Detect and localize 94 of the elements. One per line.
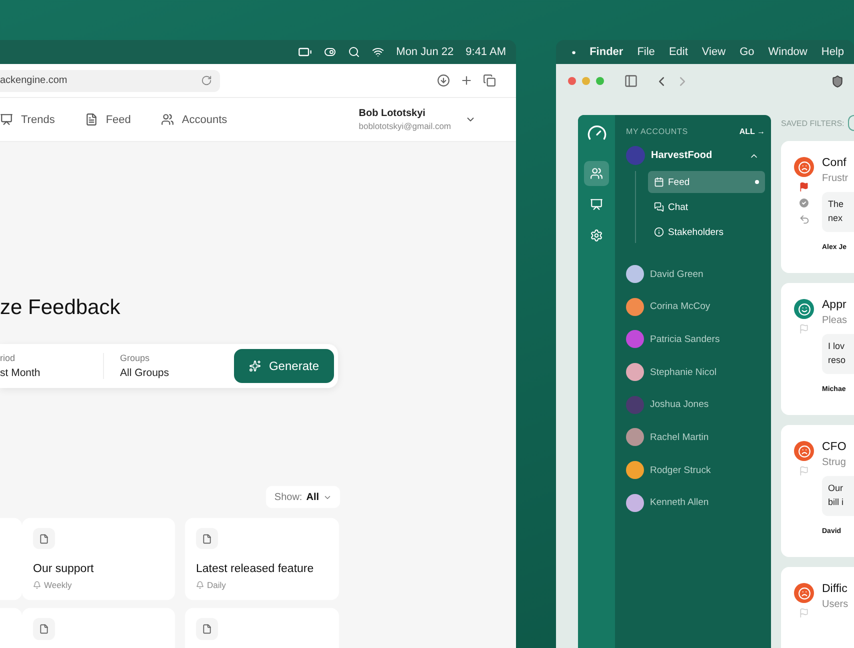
card-schedule: Weekly bbox=[33, 580, 164, 590]
person-item[interactable]: Stephanie Nicol bbox=[626, 363, 765, 382]
nav-tab[interactable]: Accounts bbox=[160, 113, 228, 126]
search-icon[interactable] bbox=[348, 46, 360, 58]
person-item[interactable]: Patricia Sanders bbox=[626, 330, 765, 348]
feedback-card[interactable]: Diffic Users bbox=[781, 567, 854, 648]
feedback-subtitle: Frustr bbox=[822, 173, 850, 184]
feedback-subtitle: Strug bbox=[822, 457, 847, 468]
menu-item[interactable]: File bbox=[637, 46, 655, 58]
tab-icon bbox=[84, 113, 98, 126]
nav-tab[interactable]: Feed bbox=[84, 113, 131, 126]
download-icon[interactable] bbox=[437, 74, 450, 87]
user-name: Bob Lototskyi bbox=[358, 108, 426, 119]
card-title: Our support bbox=[33, 563, 95, 575]
quote-text: nex bbox=[828, 212, 844, 225]
feedback-title: Diffic bbox=[822, 583, 848, 595]
settings-icon bbox=[590, 229, 603, 242]
menubar-date: Mon Jun 22 bbox=[396, 46, 454, 58]
quote-text: I lov bbox=[828, 340, 846, 353]
page-title: ze Feedback bbox=[0, 295, 122, 321]
report-card[interactable]: Latest released feature Daily bbox=[185, 518, 339, 600]
reload-icon[interactable] bbox=[201, 75, 212, 86]
report-card[interactable]: Our support Weekly bbox=[22, 518, 175, 600]
chat-icon bbox=[654, 202, 664, 212]
feedback-title: Conf bbox=[822, 157, 848, 169]
person-item[interactable]: David Green bbox=[626, 265, 765, 283]
sidebar-toggle-icon[interactable] bbox=[624, 74, 638, 88]
file-icon bbox=[196, 528, 218, 549]
shield-icon[interactable] bbox=[831, 74, 844, 88]
new-tab-icon[interactable] bbox=[460, 74, 473, 87]
menu-item[interactable]: Help bbox=[821, 46, 844, 58]
sparkle-icon bbox=[248, 360, 261, 372]
frown-icon bbox=[794, 583, 814, 603]
section-header: MY ACCOUNTS bbox=[626, 127, 688, 136]
file-icon bbox=[33, 618, 55, 640]
person-item[interactable]: Corina McCoy bbox=[626, 298, 765, 316]
close-button[interactable] bbox=[568, 77, 576, 85]
card-schedule: Daily bbox=[196, 580, 328, 590]
file-icon bbox=[33, 528, 55, 549]
feedback-subtitle: Users bbox=[822, 599, 848, 610]
file-icon bbox=[196, 618, 218, 640]
quote-text: bill i bbox=[828, 496, 845, 509]
nav-tab[interactable]: Trends bbox=[0, 113, 55, 126]
feedback-title: Appr bbox=[822, 299, 848, 311]
tab-icon bbox=[160, 113, 174, 126]
tabs-icon[interactable] bbox=[483, 74, 496, 87]
account-item[interactable]: HarvestFood bbox=[626, 146, 765, 165]
card-title: Latest released feature bbox=[196, 563, 315, 575]
all-link[interactable]: ALL → bbox=[739, 127, 765, 136]
quote-text: reso bbox=[828, 354, 847, 367]
menu-item[interactable]: View bbox=[702, 46, 726, 58]
quote-text: The bbox=[828, 198, 845, 211]
rail-button[interactable] bbox=[584, 161, 609, 186]
smile-icon bbox=[794, 299, 814, 319]
person-item[interactable]: Rodger Struck bbox=[626, 461, 765, 480]
tab-icon bbox=[0, 113, 13, 126]
menubar-time: 9:41 AM bbox=[466, 46, 506, 58]
menu-item[interactable]: Finder bbox=[590, 46, 624, 58]
feedback-title: CFO bbox=[822, 441, 848, 453]
person-item[interactable]: Joshua Jones bbox=[626, 396, 765, 414]
frown-icon bbox=[794, 157, 814, 177]
bell-icon bbox=[33, 581, 41, 589]
account-logo bbox=[626, 146, 645, 165]
reply-icon[interactable] bbox=[798, 214, 810, 225]
person-item[interactable]: Kenneth Allen bbox=[626, 494, 765, 512]
person-item[interactable]: Rachel Martin bbox=[626, 428, 765, 446]
saved-filters-label: SAVED FILTERS: bbox=[781, 118, 844, 128]
frown-icon bbox=[794, 441, 814, 461]
filter-value[interactable]: All Groups bbox=[120, 367, 223, 379]
account-subitem[interactable]: Stakeholders bbox=[648, 221, 765, 243]
bell-icon bbox=[196, 581, 204, 589]
info-icon bbox=[654, 227, 664, 237]
filter-chip[interactable] bbox=[848, 115, 854, 131]
show-dropdown[interactable]: Show: All bbox=[266, 486, 340, 508]
user-email: boblototskyi@gmail.com bbox=[358, 121, 451, 131]
account-subitem[interactable]: Chat bbox=[648, 196, 765, 218]
menu-item[interactable]: Window bbox=[768, 46, 808, 58]
feedback-subtitle: Pleas bbox=[822, 315, 848, 326]
account-subitem[interactable]: Feed bbox=[648, 171, 765, 193]
control-center-icon[interactable] bbox=[324, 46, 336, 58]
calendar-icon bbox=[654, 177, 664, 187]
users-icon bbox=[590, 167, 603, 180]
filter-label: Groups bbox=[120, 353, 151, 363]
filter-label: riod bbox=[0, 353, 16, 363]
check-icon[interactable] bbox=[798, 197, 810, 209]
menu-item[interactable]: Edit bbox=[668, 46, 688, 58]
menu-item[interactable]: Go bbox=[740, 46, 754, 58]
filter-value[interactable]: st Month bbox=[0, 367, 103, 379]
flag-icon[interactable] bbox=[799, 182, 809, 192]
presentation-icon bbox=[590, 198, 603, 211]
address-bar[interactable]: ackengine.com bbox=[0, 70, 220, 92]
generate-button[interactable]: Generate bbox=[234, 349, 334, 383]
battery-icon[interactable] bbox=[298, 45, 312, 59]
quote-text: Our bbox=[828, 482, 844, 495]
